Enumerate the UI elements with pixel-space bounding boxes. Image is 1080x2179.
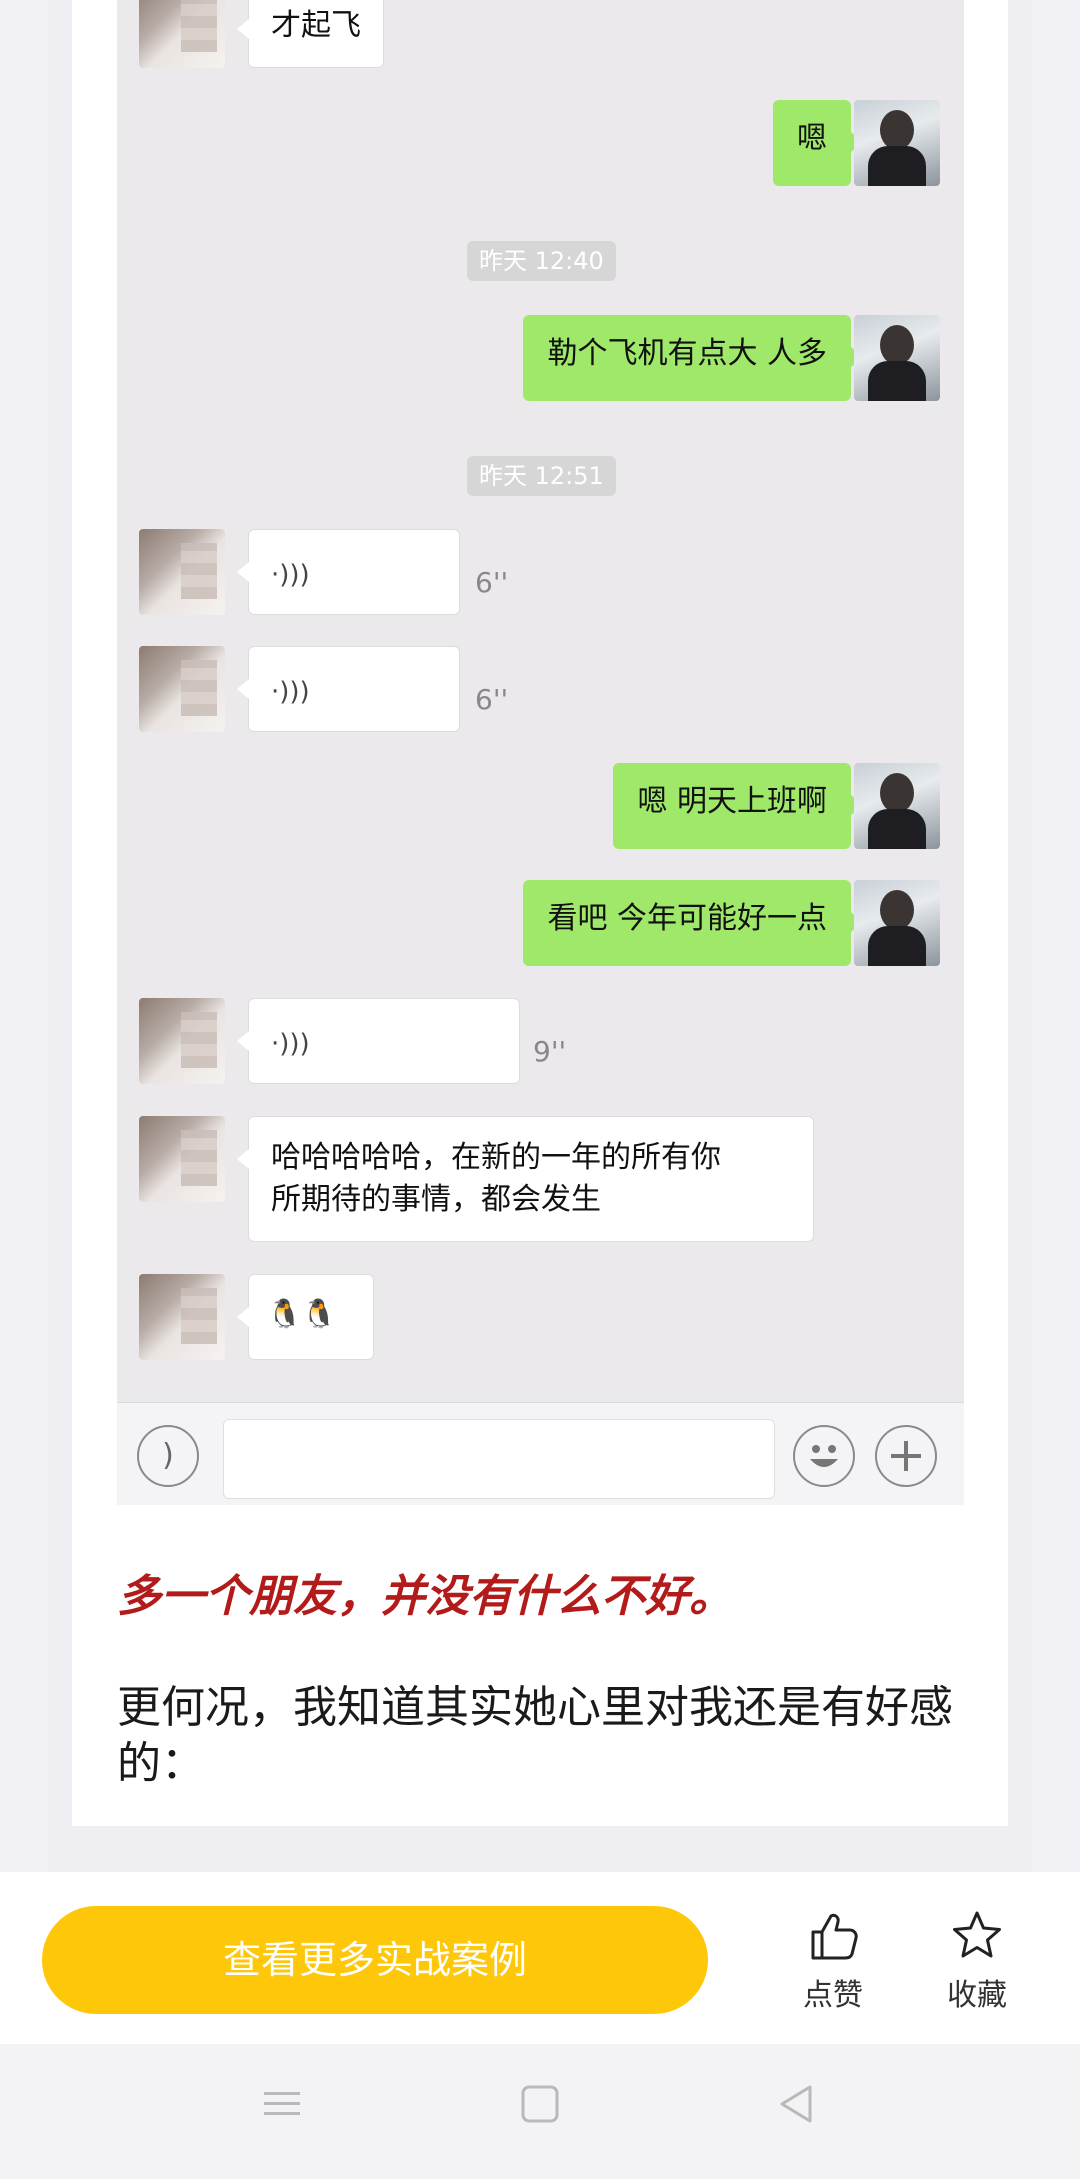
view-more-cases-button[interactable]: 查看更多实战案例 (42, 1906, 708, 2014)
message-right: 看吧 今年可能好一点 (523, 880, 863, 966)
star-icon (953, 1911, 1001, 1958)
avatar-me (854, 315, 940, 401)
message-right: 嗯 (773, 100, 863, 186)
emoji-penguin-icon: 🐧🐧 (267, 1297, 337, 1330)
system-nav-bar (0, 2044, 1080, 2179)
avatar-me (854, 763, 940, 849)
plus-icon[interactable] (875, 1425, 937, 1487)
article-paragraph: 更何况，我知道其实她心里对我还是有好感的： (117, 1682, 953, 1789)
thumbs-up-icon (811, 1913, 858, 1960)
emoji-icon[interactable] (793, 1425, 855, 1487)
avatar-her (139, 998, 225, 1084)
chat-text-input[interactable] (223, 1419, 775, 1499)
like-label: 点赞 (803, 1978, 863, 2013)
avatar-her (139, 1274, 225, 1360)
favorite-label: 收藏 (947, 1978, 1007, 2013)
timestamp: 昨天 12:51 (467, 456, 616, 496)
voice-icon: ·))) (271, 677, 310, 707)
voice-duration: 9'' (533, 1035, 567, 1068)
message-left: 哈哈哈哈哈，在新的一年的所有你 所期待的事情，都会发生 (237, 1116, 814, 1242)
back-icon[interactable] (774, 2082, 818, 2126)
voice-icon: ·))) (271, 1029, 310, 1059)
plus-glyph (891, 1441, 921, 1471)
avatar-her (139, 1116, 225, 1202)
message-text: 嗯 (797, 121, 827, 156)
favorite-button[interactable]: 收藏 (927, 1908, 1027, 2014)
message-right: 嗯 明天上班啊 (613, 763, 863, 849)
voice-duration: 6'' (475, 683, 509, 716)
avatar-her (139, 529, 225, 615)
like-button[interactable]: 点赞 (783, 1908, 883, 2014)
voice-message[interactable]: ·))) (237, 646, 460, 732)
voice-icon: ·))) (271, 560, 310, 590)
message-right: 勒个飞机有点大 人多 (523, 315, 863, 401)
menu-icon[interactable] (260, 2082, 304, 2126)
voice-wave-glyph: ) (162, 1438, 174, 1473)
message-left: 才起飞 (237, 0, 384, 68)
voice-duration: 6'' (475, 566, 509, 599)
message-left: 🐧🐧 (237, 1274, 374, 1360)
message-text-line: 哈哈哈哈哈，在新的一年的所有你 (271, 1140, 721, 1175)
message-text: 勒个飞机有点大 人多 (547, 336, 827, 371)
timestamp: 昨天 12:40 (467, 241, 616, 281)
voice-message[interactable]: ·))) (237, 998, 520, 1084)
bottom-action-bar: 查看更多实战案例 点赞 收藏 (0, 1872, 1080, 2044)
voice-toggle-icon[interactable]: ) (137, 1425, 199, 1487)
chat-screenshot: 才起飞 嗯 昨天 12:40 勒个飞机有点大 人多 昨天 12:51 ·))) … (117, 0, 964, 1505)
voice-message[interactable]: ·))) (237, 529, 460, 615)
chat-input-bar: ) (117, 1402, 964, 1505)
message-text: 才起飞 (271, 8, 361, 43)
message-text: 嗯 明天上班啊 (637, 784, 827, 819)
home-icon[interactable] (518, 2082, 562, 2126)
highlight-quote: 多一个朋友，并没有什么不好。 (117, 1571, 733, 1622)
message-text-line: 所期待的事情，都会发生 (271, 1182, 601, 1217)
avatar-me (854, 100, 940, 186)
avatar-her (139, 0, 225, 68)
avatar-me (854, 880, 940, 966)
avatar-her (139, 646, 225, 732)
smiley-face-icon (810, 1445, 838, 1467)
message-text: 看吧 今年可能好一点 (547, 901, 827, 936)
